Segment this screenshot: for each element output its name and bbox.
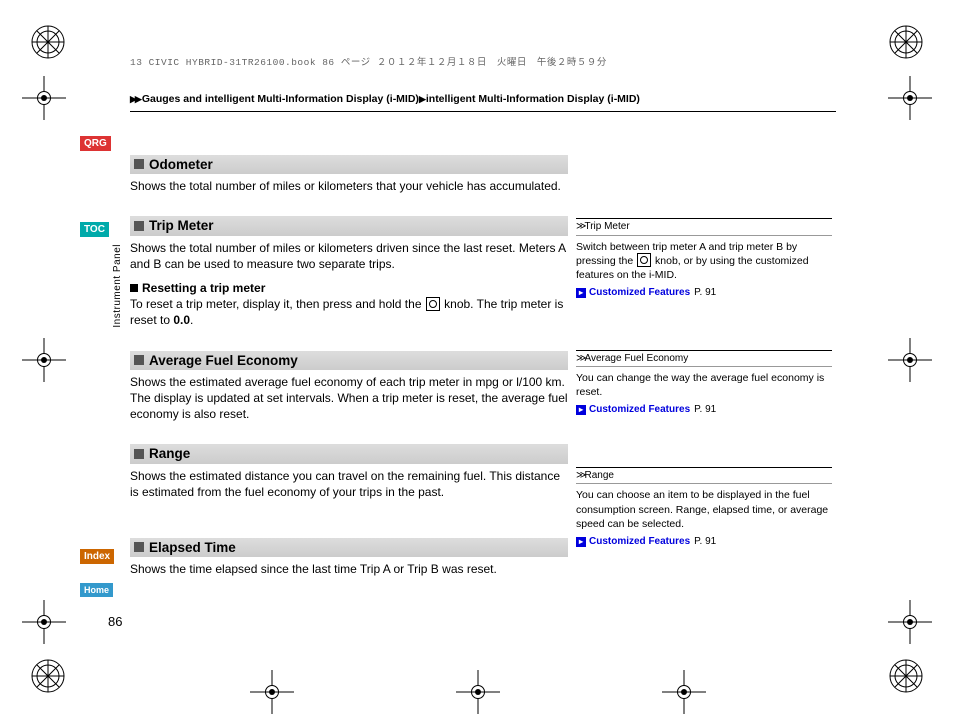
nav-toc[interactable]: TOC: [80, 222, 109, 237]
crosshair-icon: [456, 670, 500, 714]
square-bullet-icon: [134, 542, 144, 552]
crosshair-icon: [888, 338, 932, 382]
section-heading-elapsed-time: Elapsed Time: [130, 538, 568, 557]
crosshair-icon: [22, 76, 66, 120]
crosshair-icon: [888, 600, 932, 644]
side-note-trip-meter: ≫Trip Meter Switch between trip meter A …: [576, 218, 832, 300]
link-customized-features[interactable]: ▸Customized FeaturesP. 91: [576, 403, 832, 417]
section-heading-range: Range: [130, 444, 568, 463]
registration-mark-icon: [888, 24, 924, 60]
nav-home[interactable]: Home: [80, 583, 113, 597]
chevron-icon: ≫: [576, 221, 583, 232]
link-arrow-icon: ▸: [576, 288, 586, 298]
section-side-label: Instrument Panel: [112, 244, 123, 328]
page-number: 86: [108, 614, 122, 629]
breadcrumb-seg: intelligent Multi-Information Display (i…: [426, 93, 640, 105]
chevron-icon: ≫: [576, 470, 583, 481]
section-body: Shows the total number of miles or kilom…: [130, 178, 568, 194]
side-note-heading: ≫Average Fuel Economy: [576, 350, 832, 368]
side-note-range: ≫Range You can choose an item to be disp…: [576, 467, 832, 549]
triangle-icon: ▶▶: [130, 94, 140, 104]
square-bullet-icon: [134, 449, 144, 459]
link-customized-features[interactable]: ▸Customized FeaturesP. 91: [576, 535, 832, 549]
square-bullet-icon: [134, 221, 144, 231]
section-body: Shows the estimated distance you can tra…: [130, 468, 568, 500]
crosshair-icon: [250, 670, 294, 714]
registration-mark-icon: [888, 658, 924, 694]
knob-icon: [426, 297, 440, 311]
section-heading-trip-meter: Trip Meter: [130, 216, 568, 235]
link-arrow-icon: ▸: [576, 537, 586, 547]
square-bullet-icon: [134, 355, 144, 365]
side-note-heading: ≫Trip Meter: [576, 218, 832, 236]
square-bullet-icon: [130, 284, 138, 292]
section-heading-odometer: Odometer: [130, 155, 568, 174]
triangle-icon: ▶: [419, 94, 424, 104]
link-customized-features[interactable]: ▸Customized FeaturesP. 91: [576, 286, 832, 300]
crosshair-icon: [22, 600, 66, 644]
side-note-fuel-economy: ≫Average Fuel Economy You can change the…: [576, 350, 832, 417]
side-note-body: You can choose an item to be displayed i…: [576, 484, 832, 548]
chevron-icon: ≫: [576, 353, 583, 364]
side-notes-column: ≫Trip Meter Switch between trip meter A …: [576, 218, 832, 598]
main-column: Odometer Shows the total number of miles…: [130, 155, 568, 599]
crosshair-icon: [662, 670, 706, 714]
page-header-meta: 13 CIVIC HYBRID-31TR26100.book 86 ページ ２０…: [130, 54, 607, 68]
crosshair-icon: [888, 76, 932, 120]
breadcrumb: ▶▶Gauges and intelligent Multi-Informati…: [130, 93, 836, 112]
section-body: Shows the total number of miles or kilom…: [130, 240, 568, 329]
side-note-heading: ≫Range: [576, 467, 832, 485]
nav-index[interactable]: Index: [80, 549, 114, 564]
registration-mark-icon: [30, 658, 66, 694]
registration-mark-icon: [30, 24, 66, 60]
crosshair-icon: [22, 338, 66, 382]
side-note-body: Switch between trip meter A and trip met…: [576, 236, 832, 300]
side-note-body: You can change the way the average fuel …: [576, 367, 832, 417]
square-bullet-icon: [134, 159, 144, 169]
section-body: Shows the time elapsed since the last ti…: [130, 561, 568, 577]
section-heading-fuel-economy: Average Fuel Economy: [130, 351, 568, 370]
link-arrow-icon: ▸: [576, 405, 586, 415]
breadcrumb-seg: Gauges and intelligent Multi-Information…: [142, 93, 419, 105]
nav-qrg[interactable]: QRG: [80, 136, 111, 151]
sub-heading: Resetting a trip meter: [130, 280, 568, 296]
knob-icon: [637, 253, 651, 267]
section-body: Shows the estimated average fuel economy…: [130, 374, 568, 423]
